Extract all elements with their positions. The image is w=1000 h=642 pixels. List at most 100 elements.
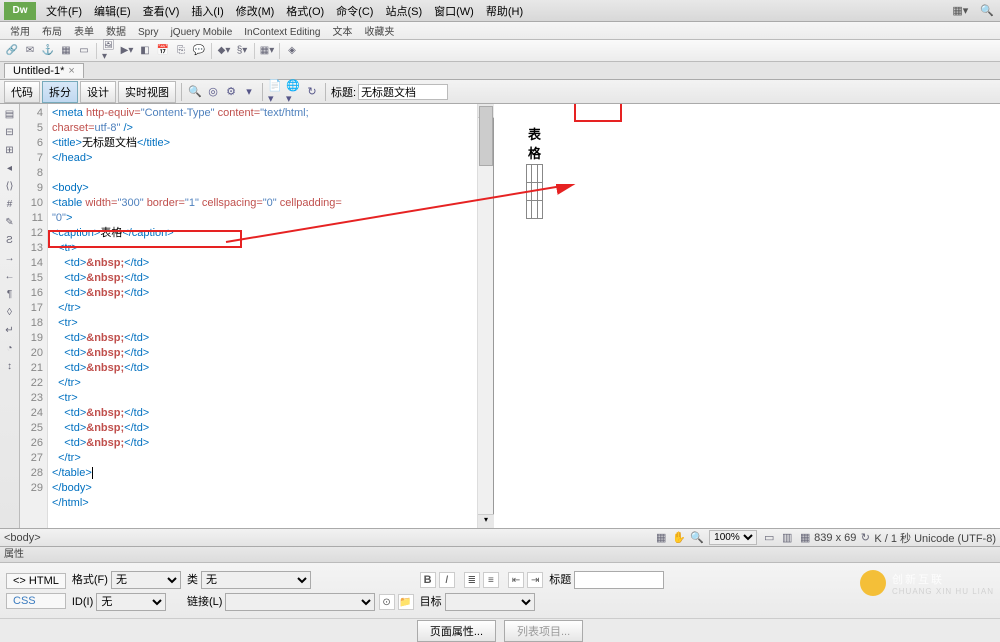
- indent-icon[interactable]: →: [2, 250, 18, 266]
- collapse-icon[interactable]: ⊟: [2, 124, 18, 140]
- menu-item[interactable]: 编辑(E): [88, 6, 137, 18]
- inspect-icon[interactable]: 🔍: [187, 84, 203, 100]
- div-icon[interactable]: ▭: [76, 43, 92, 59]
- scroll-thumb[interactable]: [479, 106, 493, 166]
- tag-chooser-icon[interactable]: ◈: [284, 43, 300, 59]
- highlight-icon[interactable]: ✎: [2, 214, 18, 230]
- image-icon[interactable]: 🖼▾: [101, 43, 117, 59]
- workspace-switcher[interactable]: ▦▾🔍: [946, 4, 1000, 17]
- menu-item[interactable]: 命令(C): [330, 6, 379, 18]
- comment-icon[interactable]: 💬: [191, 43, 207, 59]
- properties-bar-title[interactable]: 属性: [0, 546, 1000, 562]
- menu-item[interactable]: 窗口(W): [428, 6, 480, 18]
- expand-icon[interactable]: ⊞: [2, 142, 18, 158]
- script-icon[interactable]: §▾: [234, 43, 250, 59]
- zoom-tool-icon[interactable]: 🔍: [690, 531, 704, 545]
- ul-icon[interactable]: ≣: [464, 572, 480, 588]
- bold-icon[interactable]: B: [420, 572, 436, 588]
- insert-tab[interactable]: 数据: [100, 27, 132, 38]
- preview-icon[interactable]: 🌐▾: [286, 84, 302, 100]
- search-icon[interactable]: 🔍: [974, 5, 1000, 17]
- ol-icon[interactable]: ≡: [483, 572, 499, 588]
- outdent-button-icon[interactable]: ⇤: [508, 572, 524, 588]
- live-code-icon[interactable]: ◎: [205, 84, 221, 100]
- html-mode-button[interactable]: <> HTML: [6, 573, 66, 589]
- browser-icon[interactable]: ▾: [241, 84, 257, 100]
- select-tool-icon[interactable]: ▦: [654, 531, 668, 545]
- move-icon[interactable]: ↕: [2, 358, 18, 374]
- class-select[interactable]: 无: [201, 571, 311, 589]
- insert-tab[interactable]: 文本: [326, 27, 358, 38]
- syntax-icon[interactable]: Ƨ: [2, 232, 18, 248]
- guides-icon[interactable]: ▦: [798, 531, 812, 545]
- wrap-icon[interactable]: ↵: [2, 322, 18, 338]
- design-view-button[interactable]: 设计: [80, 81, 116, 103]
- cell[interactable]: [537, 183, 542, 201]
- comment-icon2[interactable]: ◊: [2, 304, 18, 320]
- point-to-file-icon[interactable]: ⊙: [379, 594, 395, 610]
- format-icon[interactable]: ¶: [2, 286, 18, 302]
- hyperlink-icon[interactable]: 🔗: [4, 43, 20, 59]
- menu-item[interactable]: 帮助(H): [480, 6, 529, 18]
- widget-icon[interactable]: ◧: [137, 43, 153, 59]
- balance-icon[interactable]: ⟨⟩: [2, 178, 18, 194]
- cell[interactable]: [537, 201, 542, 219]
- insert-tab[interactable]: Spry: [132, 27, 165, 38]
- browse-folder-icon[interactable]: 📁: [398, 594, 414, 610]
- code-view-button[interactable]: 代码: [4, 81, 40, 103]
- menu-item[interactable]: 文件(F): [40, 6, 88, 18]
- tag-selector[interactable]: <body>: [4, 532, 41, 544]
- page-props-button[interactable]: 页面属性...: [417, 620, 496, 642]
- server-debug-icon[interactable]: ⚙: [223, 84, 239, 100]
- table-icon[interactable]: ▦: [58, 43, 74, 59]
- head-icon[interactable]: ◆▾: [216, 43, 232, 59]
- menu-item[interactable]: 修改(M): [230, 6, 281, 18]
- title-field-input[interactable]: [574, 571, 664, 589]
- media-icon[interactable]: ▶▾: [119, 43, 135, 59]
- preview-table[interactable]: 表格: [526, 122, 543, 219]
- refresh-icon[interactable]: ↻: [304, 84, 320, 100]
- menu-item[interactable]: 格式(O): [280, 6, 330, 18]
- design-pane[interactable]: 表格: [494, 104, 1000, 528]
- open-docs-icon[interactable]: ▤: [2, 106, 18, 122]
- server-icon[interactable]: ⎘: [173, 43, 189, 59]
- recent-icon[interactable]: ◔: [2, 340, 18, 356]
- doc-title-input[interactable]: [358, 84, 448, 100]
- table-caption[interactable]: 表格: [526, 122, 543, 164]
- rulers-icon[interactable]: ▥: [780, 531, 794, 545]
- cell[interactable]: [537, 165, 542, 183]
- menu-item[interactable]: 查看(V): [137, 6, 186, 18]
- code-editor[interactable]: <meta http-equiv="Content-Type" content=…: [48, 104, 477, 528]
- insert-tab[interactable]: 收藏夹: [358, 27, 400, 38]
- menu-item[interactable]: 插入(I): [185, 6, 229, 18]
- code-pane[interactable]: 4567891011121314151617181920212223242526…: [20, 104, 494, 528]
- anchor-icon[interactable]: ⚓: [40, 43, 56, 59]
- zoom-select[interactable]: 100%: [709, 530, 757, 545]
- menu-item[interactable]: 站点(S): [379, 6, 428, 18]
- code-scrollbar[interactable]: ▴ ▾: [477, 104, 493, 528]
- window-size-icon[interactable]: ▭: [762, 531, 776, 545]
- properties-extra-buttons: 页面属性... 列表项目...: [0, 618, 1000, 642]
- tab-close-icon[interactable]: ×: [68, 65, 74, 77]
- line-num-icon[interactable]: #: [2, 196, 18, 212]
- file-mgmt-icon[interactable]: 📄▾: [268, 84, 284, 100]
- indent-button-icon[interactable]: ⇥: [527, 572, 543, 588]
- italic-icon[interactable]: I: [439, 572, 455, 588]
- date-icon[interactable]: 📅: [155, 43, 171, 59]
- split-view-button[interactable]: 拆分: [42, 81, 78, 103]
- scroll-down-icon[interactable]: ▾: [478, 514, 494, 528]
- insert-tab[interactable]: 表单: [68, 27, 100, 38]
- live-view-button[interactable]: 实时视图: [118, 81, 176, 103]
- insert-tab[interactable]: 常用: [4, 27, 36, 38]
- parent-tag-icon[interactable]: ◂: [2, 160, 18, 176]
- email-icon[interactable]: ✉: [22, 43, 38, 59]
- insert-tab[interactable]: 布局: [36, 27, 68, 38]
- outdent-icon[interactable]: ←: [2, 268, 18, 284]
- insert-tab[interactable]: InContext Editing: [238, 27, 326, 38]
- hand-tool-icon[interactable]: ✋: [672, 531, 686, 545]
- format-select[interactable]: 无: [111, 571, 181, 589]
- css-mode-button[interactable]: CSS: [6, 593, 66, 609]
- template-icon[interactable]: ▦▾: [259, 43, 275, 59]
- document-tab[interactable]: Untitled-1* ×: [4, 63, 84, 78]
- insert-tab[interactable]: jQuery Mobile: [165, 27, 239, 38]
